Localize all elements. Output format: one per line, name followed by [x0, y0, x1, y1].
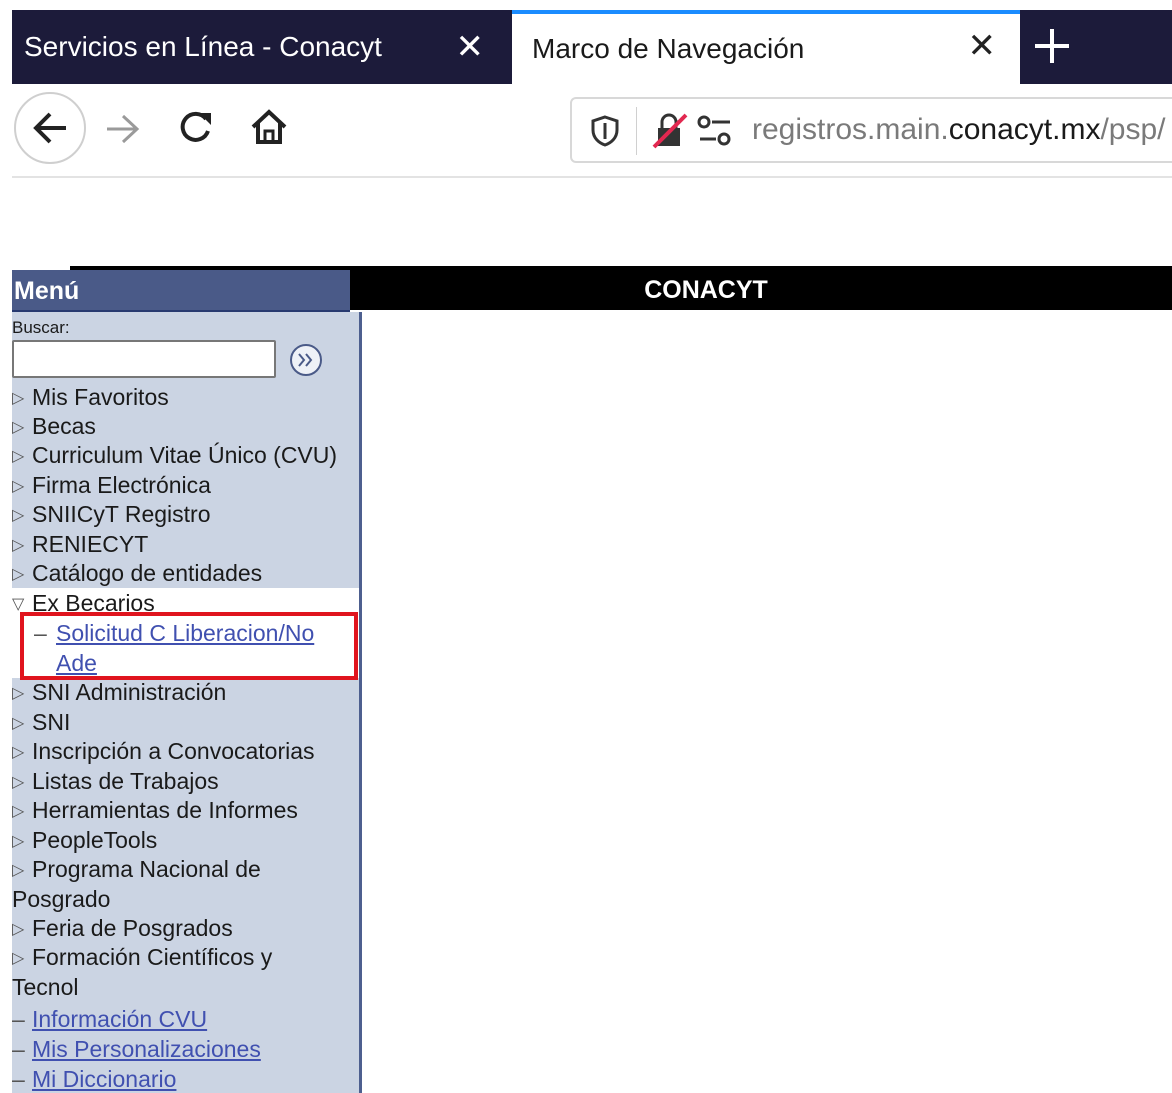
sidebar-item-label: Mis Favoritos [32, 384, 169, 410]
sidebar-item-label: RENIECYT [32, 531, 149, 557]
sidebar-item-label: Catálogo de entidades [32, 560, 263, 586]
sidebar-item-formacion-cientificos[interactable]: ▷ Formación Científicos y [12, 944, 272, 974]
close-icon[interactable]: ✕ [456, 30, 485, 64]
sidebar-item-label: PeopleTools [32, 827, 158, 853]
sidebar-item-becas[interactable]: ▷ Becas [12, 413, 96, 443]
sidebar-item-label: Programa Nacional de [32, 856, 261, 882]
sidebar-item-label: Firma Electrónica [32, 472, 211, 498]
triangle-right-icon: ▷ [12, 742, 25, 761]
sidebar-item-label: SNI [32, 709, 71, 735]
tab-strip: Servicios en Línea - Conacyt ✕ Marco de … [12, 10, 1172, 84]
sidebar-item-label: Inscripción a Convocatorias [32, 738, 315, 764]
search-input[interactable] [12, 340, 276, 378]
triangle-right-icon: ▷ [12, 505, 25, 524]
sidebar-link-mi-diccionario[interactable]: – Mi Diccionario [12, 1066, 176, 1093]
sidebar-item-ex-becarios[interactable]: ▽ Ex Becarios [12, 590, 155, 612]
triangle-right-icon: ▷ [12, 919, 25, 938]
sidebar-item-label: Herramientas de Informes [32, 797, 298, 823]
tab-servicios-en-linea[interactable]: Servicios en Línea - Conacyt ✕ [12, 10, 512, 84]
sidebar-item-listas-de-trabajos[interactable]: ▷ Listas de Trabajos [12, 768, 219, 798]
sidebar-item-label: Listas de Trabajos [32, 768, 219, 794]
brand-title: CONACYT [644, 276, 768, 304]
back-button[interactable] [14, 92, 86, 164]
sidebar-item-catalogo-de-entidades[interactable]: ▷ Catálogo de entidades [12, 560, 262, 590]
highlight-box [20, 612, 358, 680]
sidebar-item-label: Curriculum Vitae Único (CVU) [32, 442, 338, 468]
permissions-icon[interactable] [696, 113, 734, 149]
triangle-right-icon: ▷ [12, 683, 25, 702]
triangle-right-icon: ▷ [12, 948, 25, 967]
tab-title: Servicios en Línea - Conacyt [24, 31, 382, 62]
sidebar-item-label-cont[interactable]: Tecnol [12, 974, 78, 1001]
sidebar-item-label: SNIICyT Registro [32, 501, 211, 527]
sidebar-item-cvu[interactable]: ▷ Curriculum Vitae Único (CVU) [12, 442, 337, 472]
brand-bar: CONACYT [350, 270, 1172, 310]
insecure-lock-icon[interactable] [650, 111, 690, 151]
triangle-right-icon: ▷ [12, 860, 25, 879]
sidebar-item-sniicyt-registro[interactable]: ▷ SNIICyT Registro [12, 501, 211, 531]
sidebar-item-label: Feria de Posgrados [32, 915, 233, 941]
sidebar-item-label: Ex Becarios [32, 590, 155, 612]
search-go-icon[interactable] [288, 342, 324, 378]
browser-toolbar: registros.main.conacyt.mx/psp/ [12, 84, 1172, 178]
menu-title: Menú [14, 277, 80, 305]
triangle-right-icon: ▷ [12, 772, 25, 791]
home-button[interactable] [246, 104, 292, 150]
sidebar-link-label[interactable]: Mi Diccionario [32, 1066, 176, 1092]
url-text[interactable]: registros.main.conacyt.mx/psp/ [752, 113, 1166, 147]
sidebar-item-label: SNI Administración [32, 679, 227, 705]
forward-button[interactable] [100, 106, 146, 152]
sidebar-item-label: Formación Científicos y [32, 944, 273, 970]
new-tab-button[interactable] [1032, 26, 1072, 66]
triangle-right-icon: ▷ [12, 713, 25, 732]
plus-icon [1035, 29, 1069, 63]
arrow-right-icon [107, 114, 140, 144]
dash-icon: – [12, 1066, 25, 1092]
sidebar-item-sni-administracion[interactable]: ▷ SNI Administración [12, 679, 226, 709]
sidebar-item-reniecyt[interactable]: ▷ RENIECYT [12, 531, 148, 561]
url-prefix: registros.main. [752, 113, 949, 146]
triangle-right-icon: ▷ [12, 801, 25, 820]
sidebar-item-programa-nacional-posgrado[interactable]: ▷ Programa Nacional de [12, 856, 261, 886]
tab-marco-de-navegacion[interactable]: Marco de Navegación ✕ [512, 10, 1020, 84]
sidebar-item-mis-favoritos[interactable]: ▷ Mis Favoritos [12, 384, 169, 414]
sidebar-menu: Buscar: ▷ Mis Favoritos ▷ Becas ▷ Curriculu… [12, 312, 362, 1093]
dash-icon: – [12, 1036, 25, 1062]
sidebar-link-label[interactable]: Mis Personalizaciones [32, 1036, 261, 1062]
reload-icon [180, 111, 211, 142]
home-icon [251, 109, 287, 144]
sidebar-item-herramientas-de-informes[interactable]: ▷ Herramientas de Informes [12, 797, 298, 827]
triangle-down-icon: ▽ [12, 594, 25, 612]
sidebar-item-firma-electronica[interactable]: ▷ Firma Electrónica [12, 472, 211, 502]
url-suffix: /psp/ [1100, 113, 1166, 146]
triangle-right-icon: ▷ [12, 535, 25, 554]
sidebar-item-peopletools[interactable]: ▷ PeopleTools [12, 827, 157, 857]
sidebar-item-label-cont[interactable]: Posgrado [12, 886, 110, 913]
address-bar[interactable]: registros.main.conacyt.mx/psp/ [570, 97, 1172, 163]
sidebar-link-label[interactable]: Información CVU [32, 1006, 207, 1032]
triangle-right-icon: ▷ [12, 417, 25, 436]
sidebar-item-feria-de-posgrados[interactable]: ▷ Feria de Posgrados [12, 915, 233, 945]
sidebar-item-inscripcion-convocatorias[interactable]: ▷ Inscripción a Convocatorias [12, 738, 315, 768]
menu-header: Menú [12, 270, 350, 312]
url-domain: conacyt.mx [948, 113, 1101, 146]
sidebar-item-sni[interactable]: ▷ SNI [12, 709, 70, 739]
triangle-right-icon: ▷ [12, 564, 25, 583]
triangle-right-icon: ▷ [12, 831, 25, 850]
shield-icon[interactable] [588, 114, 622, 148]
triangle-right-icon: ▷ [12, 446, 25, 465]
search-label: Buscar: [12, 318, 70, 337]
tab-title: Marco de Navegación [532, 33, 805, 64]
divider [636, 107, 637, 155]
sidebar-link-informacion-cvu[interactable]: – Información CVU [12, 1006, 207, 1033]
triangle-right-icon: ▷ [12, 388, 25, 407]
triangle-right-icon: ▷ [12, 476, 25, 495]
close-icon[interactable]: ✕ [968, 29, 997, 63]
dash-icon: – [12, 1006, 25, 1032]
sidebar-link-mis-personalizaciones[interactable]: – Mis Personalizaciones [12, 1036, 261, 1063]
arrow-left-icon [33, 112, 66, 144]
sidebar-item-label: Becas [32, 413, 96, 439]
reload-button[interactable] [172, 104, 218, 150]
